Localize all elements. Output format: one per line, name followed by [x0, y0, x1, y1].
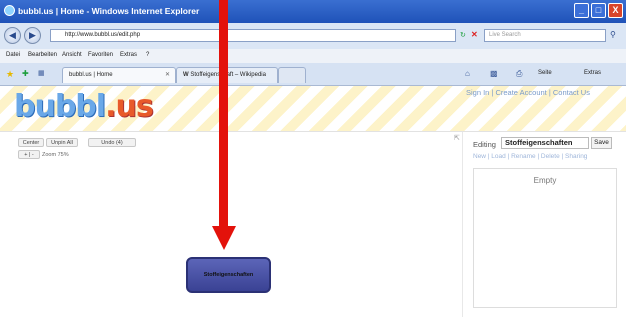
search-icon[interactable]: ⚲: [610, 30, 616, 39]
mindmap-bubble[interactable]: Stoffeigenschaften: [186, 257, 271, 293]
page-menu[interactable]: Seite: [538, 70, 552, 76]
menu-ansicht[interactable]: Ansicht: [62, 52, 82, 58]
forward-button[interactable]: ▶: [24, 27, 41, 44]
map-list-box: Empty: [473, 168, 617, 308]
editing-label: Editing: [473, 140, 496, 149]
bubbl-logo[interactable]: bubbl.us: [14, 89, 154, 124]
map-name-field[interactable]: Stoffeigenschaften: [501, 137, 589, 149]
menu-bar: Datei Bearbeiten Ansicht Favoriten Extra…: [0, 49, 626, 63]
center-button[interactable]: Center: [18, 138, 44, 147]
menu-help[interactable]: ?: [146, 52, 149, 58]
zoom-stepper[interactable]: + | -: [18, 150, 40, 159]
tab-label: Stoffeigenschaft – Wikipedia: [190, 72, 266, 78]
unpin-all-button[interactable]: Unpin All: [46, 138, 78, 147]
save-button[interactable]: Save: [591, 137, 612, 149]
maximize-button[interactable]: □: [591, 3, 606, 18]
tab-bubbl-home[interactable]: bubbl.us | Home ✕: [62, 67, 176, 83]
feeds-icon[interactable]: ▩: [490, 69, 498, 78]
back-button[interactable]: ◀: [4, 27, 21, 44]
minimize-button[interactable]: _: [574, 3, 589, 18]
window-title-bar: bubbl.us | Home - Windows Internet Explo…: [0, 0, 626, 23]
search-input[interactable]: Live Search: [484, 29, 606, 42]
empty-label: Empty: [533, 176, 557, 185]
ie-icon: [4, 5, 15, 16]
new-tab-button[interactable]: [278, 67, 306, 83]
menu-bearbeiten[interactable]: Bearbeiten: [28, 52, 57, 58]
home-icon[interactable]: ⌂: [465, 69, 470, 78]
undo-button[interactable]: Undo (4): [88, 138, 136, 147]
tab-list-icon[interactable]: ▦: [38, 69, 45, 77]
print-icon[interactable]: ⎙: [516, 69, 522, 79]
tab-close-icon[interactable]: ✕: [165, 68, 170, 83]
tab-label: bubbl.us | Home: [69, 72, 113, 78]
menu-favoriten[interactable]: Favoriten: [88, 52, 113, 58]
zoom-level: Zoom 75%: [42, 152, 69, 158]
tab-bar: ★ ✚ ▦ bubbl.us | Home ✕ W Stoffeigenscha…: [0, 63, 626, 86]
close-button[interactable]: X: [608, 3, 623, 18]
stop-icon[interactable]: ✕: [471, 30, 478, 39]
address-toolbar: ◀ ▶ http://www.bubbl.us/edit.php ↻ ✕ Liv…: [0, 23, 626, 49]
address-bar[interactable]: http://www.bubbl.us/edit.php: [50, 29, 456, 42]
bubble-label: Stoffeigenschaften: [203, 272, 254, 278]
annotation-arrow-shaft: [219, 0, 228, 233]
file-actions[interactable]: New | Load | Rename | Delete | Sharing: [473, 153, 587, 160]
menu-datei[interactable]: Datei: [6, 52, 20, 58]
tools-menu[interactable]: Extras: [584, 70, 601, 76]
window-title: bubbl.us | Home - Windows Internet Explo…: [18, 6, 200, 16]
annotation-arrow-head: [212, 226, 236, 250]
add-favorite-icon[interactable]: ✚: [22, 69, 29, 78]
site-header: bubbl.us Sign In | Create Account | Cont…: [0, 86, 626, 132]
edit-panel: ⇱ Editing Stoffeigenschaften Save New | …: [454, 132, 626, 317]
mindmap-canvas[interactable]: Center Unpin All Undo (4) + | - Zoom 75%…: [0, 132, 626, 317]
menu-extras[interactable]: Extras: [120, 52, 137, 58]
refresh-icon[interactable]: ↻: [460, 31, 466, 39]
account-links[interactable]: Sign In | Create Account | Contact Us: [466, 88, 590, 97]
favorites-star-icon[interactable]: ★: [6, 69, 14, 80]
collapse-icon[interactable]: ⇱: [454, 134, 460, 142]
wikipedia-icon: W: [183, 72, 189, 78]
